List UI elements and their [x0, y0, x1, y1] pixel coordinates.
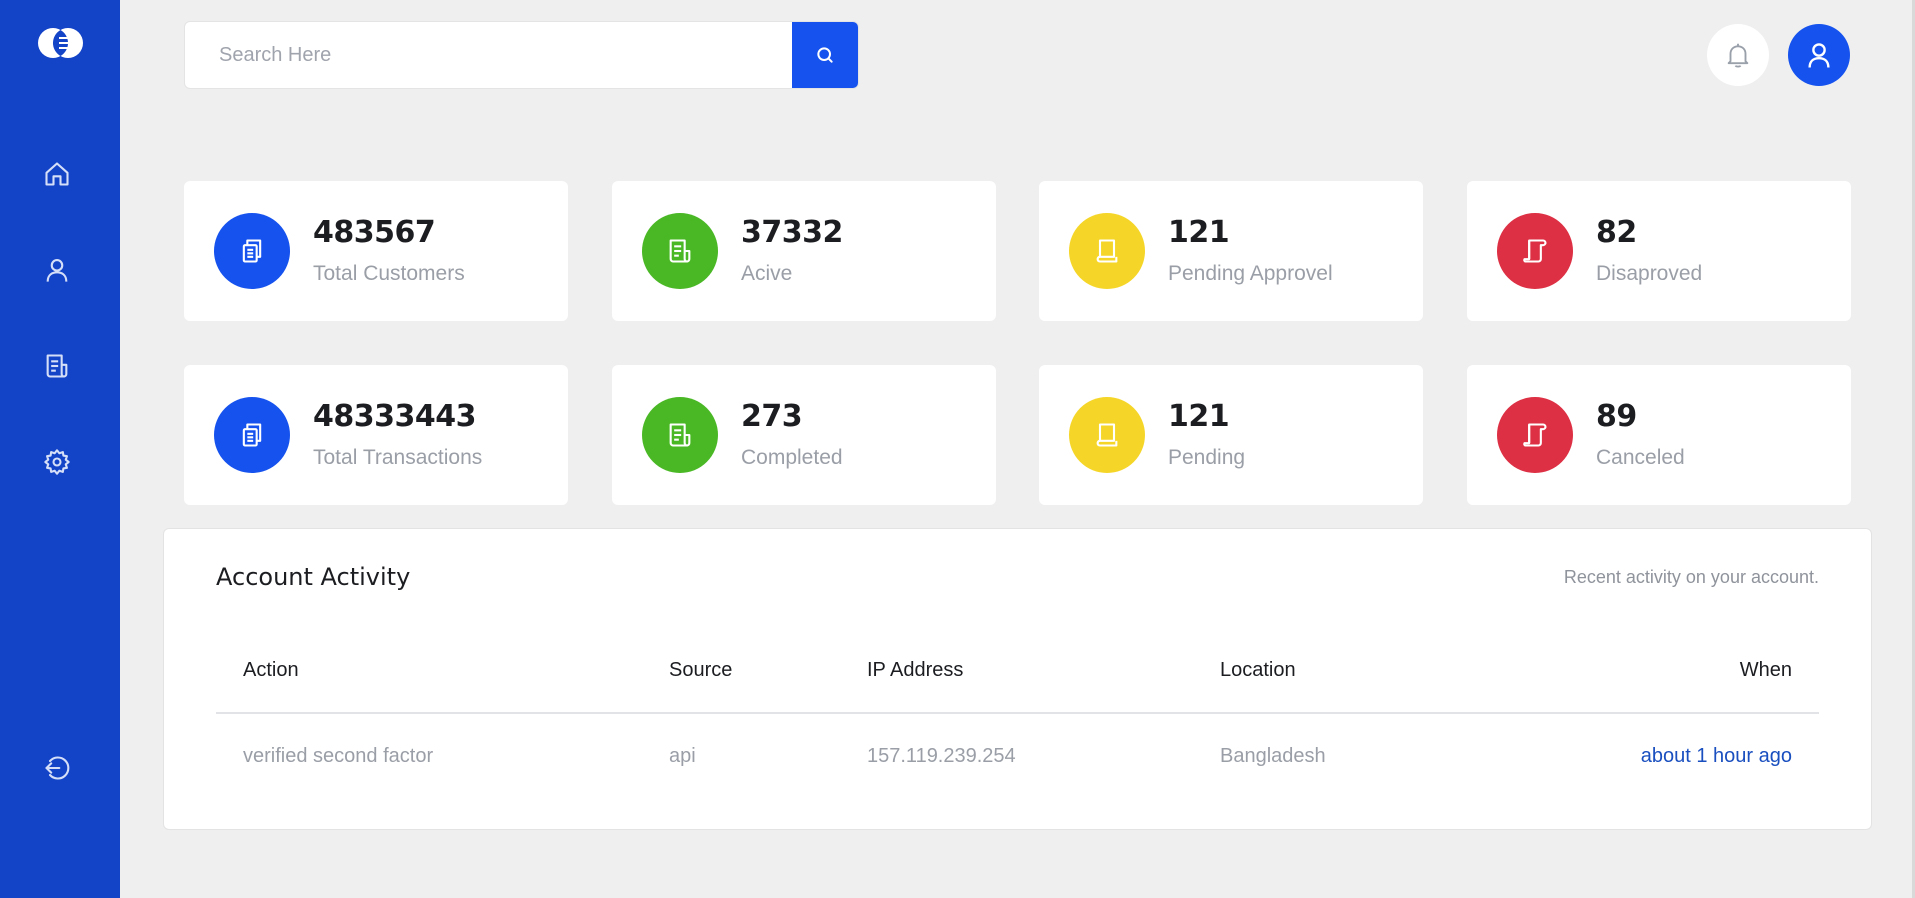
stat-label: Acive	[741, 262, 793, 285]
stat-card-active: 37332 Acive	[612, 181, 996, 321]
column-header-ip-address: IP Address	[867, 659, 964, 681]
stat-card-total-customers: 483567 Total Customers	[184, 181, 568, 321]
stat-value: 121	[1168, 215, 1230, 250]
stat-card-pending: 121 Pending	[1039, 365, 1423, 505]
search-input[interactable]	[185, 22, 793, 88]
column-header-source: Source	[669, 659, 733, 681]
stat-value: 89	[1596, 399, 1637, 434]
scroll-icon	[1497, 213, 1573, 289]
cell-source: api	[669, 745, 696, 767]
column-header-location: Location	[1220, 659, 1296, 681]
column-header-action: Action	[243, 659, 299, 681]
stat-label: Canceled	[1596, 446, 1685, 469]
stat-value: 82	[1596, 215, 1637, 250]
bell-icon	[1727, 43, 1749, 68]
avatar[interactable]	[1788, 24, 1850, 86]
panel-subtitle: Recent activity on your account.	[1563, 567, 1819, 587]
stat-value: 48333443	[313, 399, 477, 434]
stat-value: 37332	[741, 215, 843, 250]
stat-card-completed: 273 Completed	[612, 365, 996, 505]
logo-icon[interactable]	[37, 27, 84, 59]
panel-title: Account Activity	[216, 563, 411, 591]
stat-label: Total Customers	[313, 262, 465, 285]
receipt-icon	[642, 397, 718, 473]
cell-action: verified second factor	[243, 745, 434, 767]
user-icon[interactable]	[40, 253, 74, 287]
book-icon	[1069, 397, 1145, 473]
user-icon	[1808, 43, 1830, 68]
notification-button[interactable]	[1707, 24, 1769, 86]
cell-location: Bangladesh	[1220, 745, 1326, 767]
copy-icon	[214, 213, 290, 289]
stat-card-pending-approval: 121 Pending Approvel	[1039, 181, 1423, 321]
cell-when-link[interactable]: about 1 hour ago	[1641, 745, 1792, 768]
receipt-icon	[642, 213, 718, 289]
logout-icon[interactable]	[40, 751, 74, 785]
stat-label: Pending Approvel	[1168, 262, 1333, 285]
stat-value: 273	[741, 399, 803, 434]
search-bar	[184, 21, 859, 89]
home-icon[interactable]	[40, 157, 74, 191]
search-icon	[817, 47, 833, 63]
account-activity-panel: Account Activity Recent activity on your…	[163, 528, 1872, 830]
sidebar	[0, 0, 120, 898]
stat-value: 121	[1168, 399, 1230, 434]
column-header-when: When	[1739, 659, 1792, 681]
book-icon	[1069, 213, 1145, 289]
stat-label: Pending	[1168, 446, 1246, 469]
stat-value: 483567	[313, 215, 436, 250]
stat-label: Completed	[741, 446, 843, 469]
search-button[interactable]	[792, 22, 858, 88]
scroll-icon	[1497, 397, 1573, 473]
stat-label: Total Transactions	[313, 446, 483, 469]
stat-card-total-transactions: 48333443 Total Transactions	[184, 365, 568, 505]
stat-label: Disaproved	[1596, 262, 1703, 285]
copy-icon	[214, 397, 290, 473]
document-icon[interactable]	[40, 349, 74, 383]
cell-ip-address: 157.119.239.254	[867, 745, 1016, 767]
stat-card-canceled: 89 Canceled	[1467, 365, 1851, 505]
table-divider	[216, 712, 1819, 714]
gear-icon[interactable]	[40, 445, 74, 479]
stat-card-disapproved: 82 Disaproved	[1467, 181, 1851, 321]
